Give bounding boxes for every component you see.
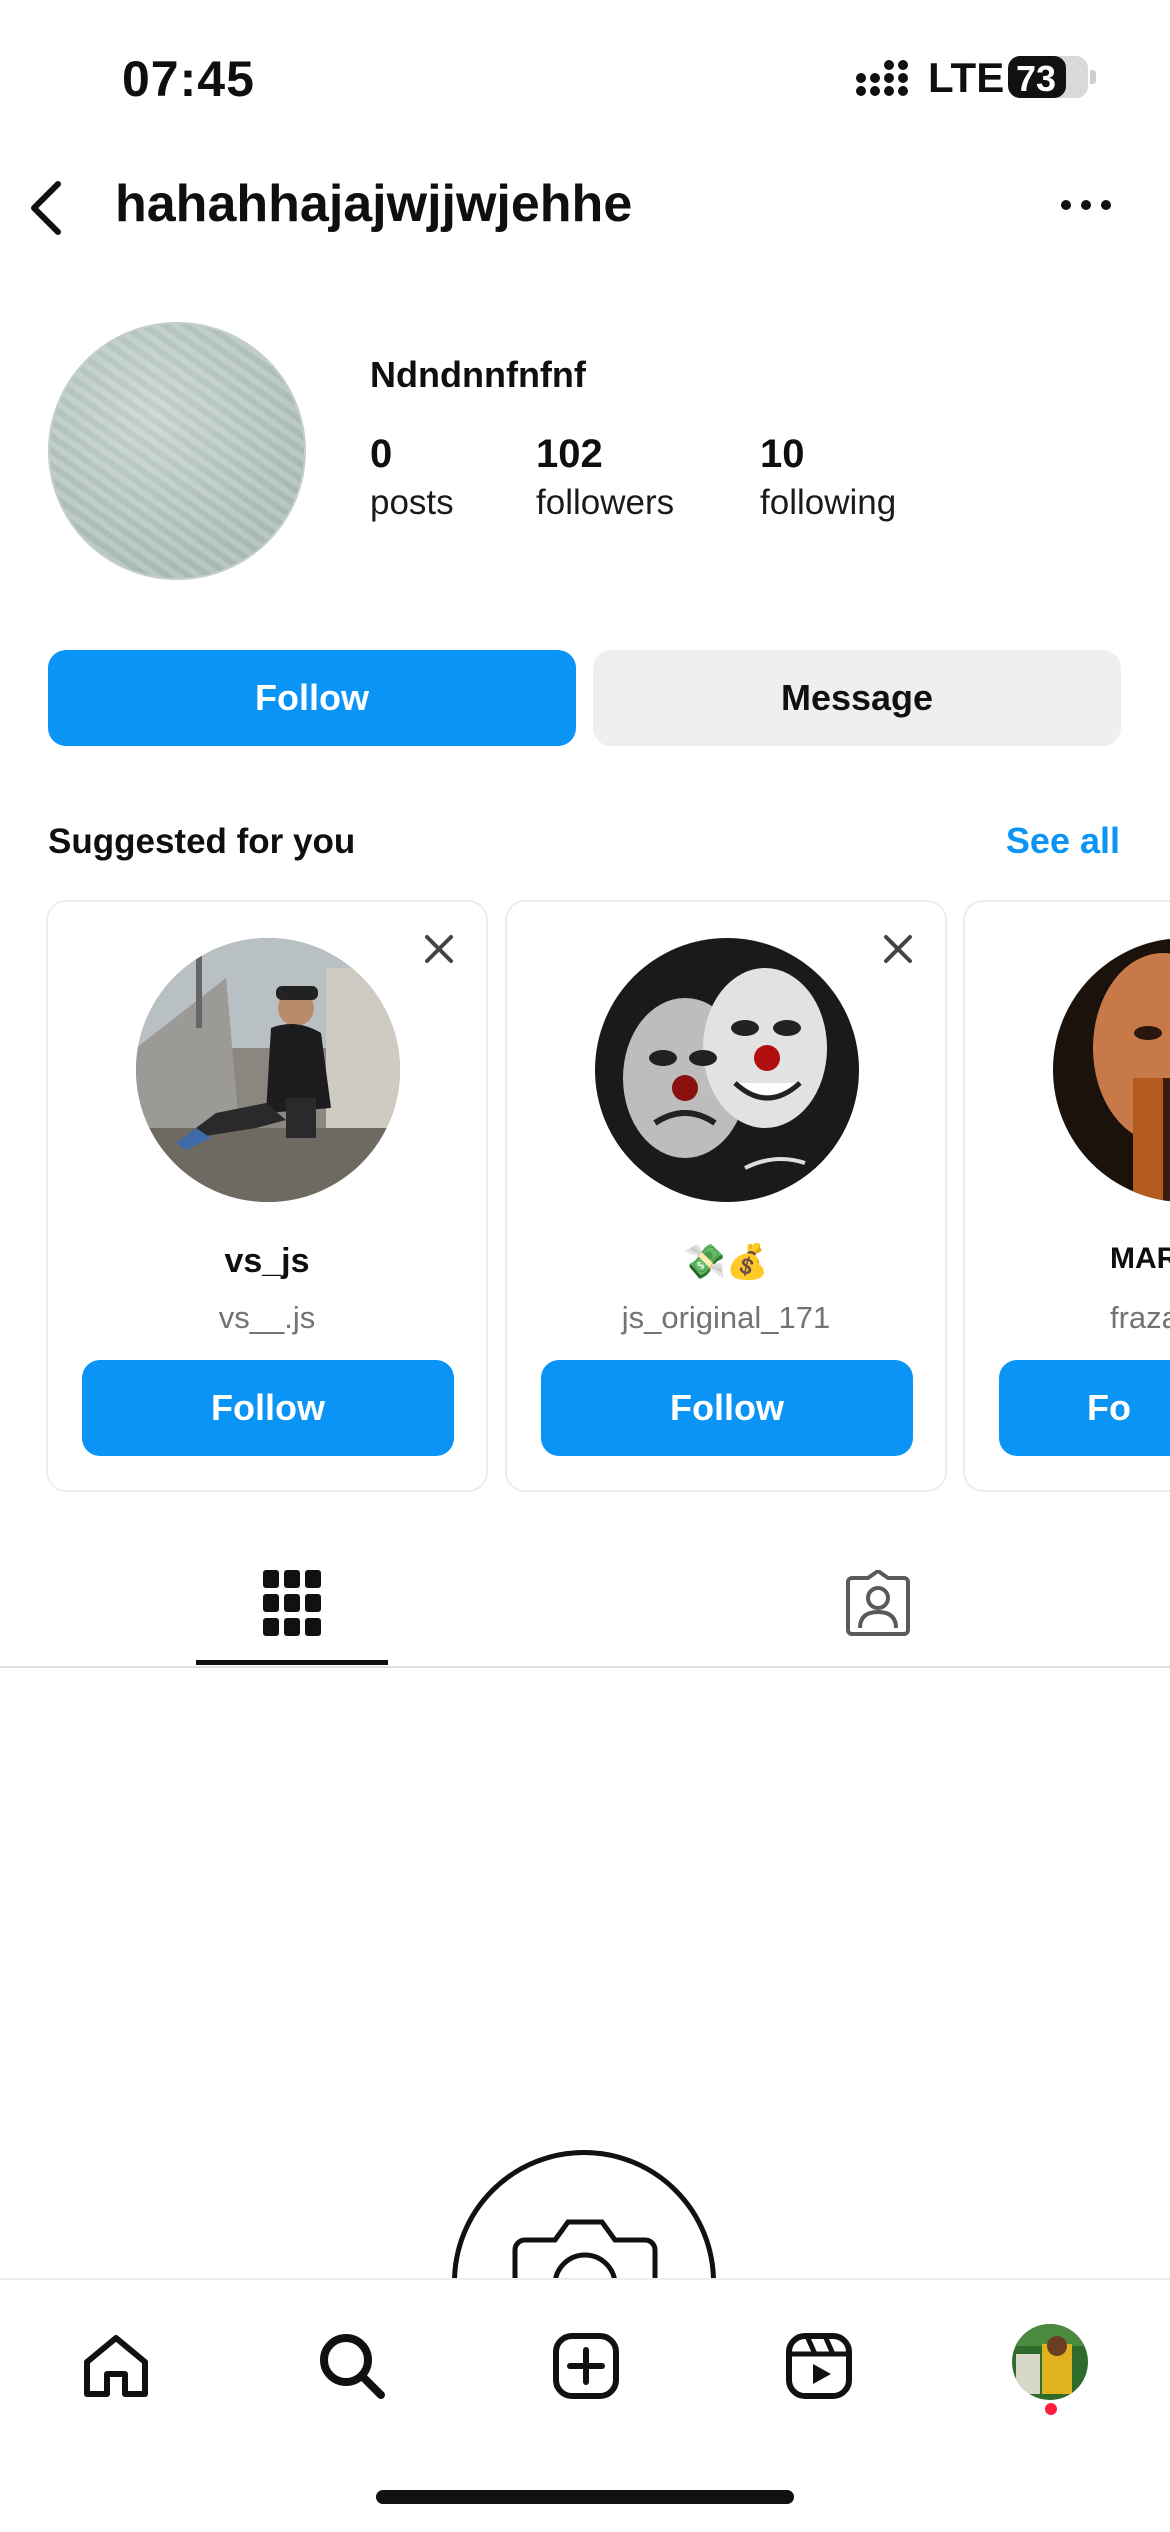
following-count: 10: [760, 432, 805, 476]
display-name: Ndndnnfnfnf: [370, 354, 586, 395]
followers-label: followers: [536, 483, 675, 522]
suggestion-name: MAR: [1110, 1242, 1170, 1275]
suggestion-card[interactable]: 💸💰 js_original_171 Follow: [505, 900, 947, 1492]
battery-cap: [1090, 70, 1096, 84]
follow-button[interactable]: Follow: [48, 650, 576, 746]
suggestion-follow-button[interactable]: Fo: [999, 1360, 1170, 1456]
search-icon: [320, 2334, 385, 2399]
tagged-person-icon: [846, 1570, 910, 1636]
status-bar: 07:45 LTE 73: [0, 0, 1170, 150]
profile-avatar[interactable]: [1012, 2324, 1088, 2400]
battery-icon: 73: [1008, 56, 1088, 98]
following-stat[interactable]: 10 following: [760, 432, 896, 523]
profile-avatar[interactable]: [48, 322, 306, 580]
profile-tabs: [0, 1540, 1170, 1668]
nav-reels[interactable]: [779, 2326, 859, 2406]
close-icon[interactable]: [422, 932, 456, 966]
more-horizontal-icon[interactable]: [1060, 190, 1112, 220]
chevron-left-icon[interactable]: [22, 178, 72, 238]
suggestion-name: vs_js: [224, 1242, 310, 1280]
status-time: 07:45: [122, 51, 255, 107]
suggestion-name: 💸💰: [683, 1243, 769, 1281]
nav-home[interactable]: [76, 2326, 156, 2406]
message-button[interactable]: Message: [593, 650, 1121, 746]
home-icon: [84, 2335, 148, 2397]
followers-count: 102: [536, 432, 603, 476]
nav-search[interactable]: [312, 2326, 392, 2406]
close-icon[interactable]: [881, 932, 915, 966]
suggestion-avatar[interactable]: [136, 938, 400, 1202]
nav-create[interactable]: [546, 2326, 626, 2406]
tab-tagged[interactable]: [782, 1540, 974, 1666]
suggestion-avatar[interactable]: [595, 938, 859, 1202]
active-tab-indicator: [196, 1660, 388, 1665]
create-icon: [553, 2333, 619, 2399]
see-all-link[interactable]: See all: [1006, 820, 1120, 862]
suggestion-card[interactable]: vs_js vs__.js Follow: [46, 900, 488, 1492]
posts-count: 0: [370, 432, 393, 476]
home-indicator: [376, 2490, 794, 2504]
suggestion-handle: vs__.js: [218, 1300, 316, 1335]
suggested-title: Suggested for you: [48, 822, 356, 861]
tab-posts-grid[interactable]: [196, 1540, 388, 1666]
posts-stat: 0 posts: [370, 432, 454, 523]
suggested-carousel[interactable]: vs_js vs__.js Follow 💸💰 js_original_171 …: [0, 900, 1170, 1495]
suggestion-card[interactable]: MAR fraza Fo: [963, 900, 1170, 1492]
suggestion-follow-button[interactable]: Follow: [541, 1360, 913, 1456]
suggestion-avatar[interactable]: [1053, 938, 1170, 1202]
network-type: LTE: [928, 54, 1005, 101]
followers-stat[interactable]: 102 followers: [536, 432, 674, 523]
grid-icon: [263, 1570, 321, 1636]
profile-header: hahahhajajwjjwjehhe: [0, 150, 1170, 260]
posts-label: posts: [370, 483, 454, 522]
page-title: hahahhajajwjjwjehhe: [115, 175, 633, 233]
following-label: following: [760, 483, 897, 522]
battery-percent: 73: [1016, 58, 1057, 98]
notification-dot: [1045, 2403, 1057, 2415]
signal-icon: [856, 60, 908, 96]
suggestion-handle: js_original_171: [621, 1300, 831, 1335]
reels-icon: [786, 2333, 852, 2399]
suggestion-handle: fraza: [1110, 1300, 1170, 1335]
suggestion-follow-button[interactable]: Follow: [82, 1360, 454, 1456]
